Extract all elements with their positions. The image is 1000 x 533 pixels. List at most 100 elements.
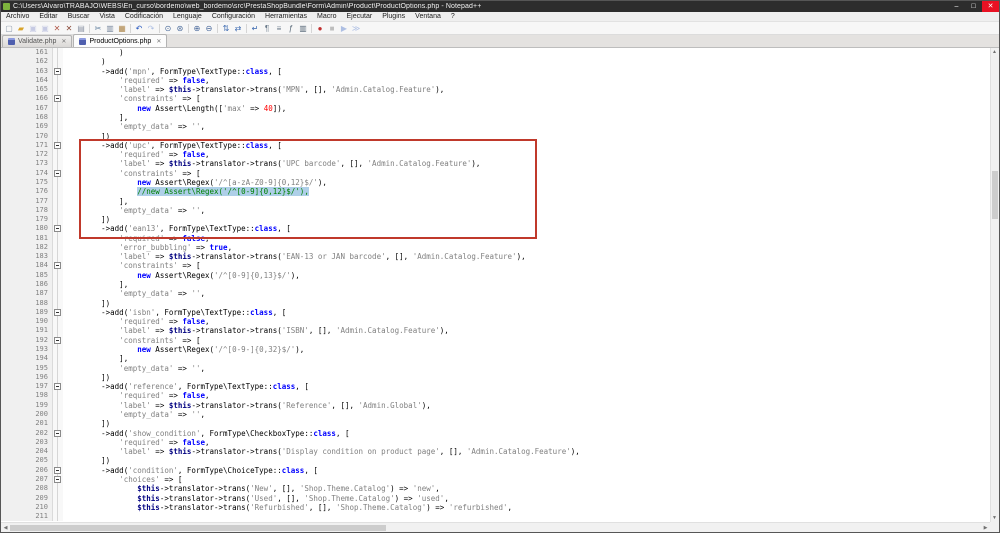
code-line-180[interactable]: 180 ->add('ean13', FormType\TextType::cl… xyxy=(1,224,990,233)
fold-collapse-icon[interactable] xyxy=(54,467,61,474)
code-line-171[interactable]: 171 ->add('upc', FormType\TextType::clas… xyxy=(1,141,990,150)
code-line-199[interactable]: 199 'label' => $this->translator->trans(… xyxy=(1,401,990,410)
code-line-173[interactable]: 173 'label' => $this->translator->trans(… xyxy=(1,159,990,168)
code-line-185[interactable]: 185 new Assert\Regex('/^[0-9]{0,13}$/'), xyxy=(1,271,990,280)
scroll-down-icon[interactable]: ▼ xyxy=(990,514,999,522)
menu-item-archivo[interactable]: Archivo xyxy=(1,12,34,22)
scroll-right-icon[interactable]: ▶ xyxy=(981,524,990,532)
tab-close-icon[interactable]: ✕ xyxy=(156,38,161,45)
code-line-195[interactable]: 195 'empty_data' => '', xyxy=(1,364,990,373)
code-line-206[interactable]: 206 ->add('condition', FormType\ChoiceTy… xyxy=(1,466,990,475)
menu-item-plugins[interactable]: Plugins xyxy=(377,12,410,22)
indent-guide-icon[interactable]: ≡ xyxy=(273,23,285,34)
code-line-166[interactable]: 166 'constraints' => [ xyxy=(1,94,990,103)
tab-validate-php[interactable]: Validate.php✕ xyxy=(2,35,72,47)
fold-margin[interactable] xyxy=(53,475,63,484)
fold-collapse-icon[interactable] xyxy=(54,337,61,344)
code-line-169[interactable]: 169 'empty_data' => '', xyxy=(1,122,990,131)
code-line-184[interactable]: 184 'constraints' => [ xyxy=(1,261,990,270)
function-list-icon[interactable]: ƒ xyxy=(285,23,297,34)
code-area[interactable]: 161 )162 )163 ->add('mpn', FormType\Text… xyxy=(1,48,990,521)
maximize-button[interactable]: □ xyxy=(965,1,982,12)
code-line-189[interactable]: 189 ->add('isbn', FormType\TextType::cla… xyxy=(1,308,990,317)
vertical-scrollbar[interactable]: ▲ ▼ xyxy=(990,48,999,522)
open-file-icon[interactable]: ▰ xyxy=(15,23,27,34)
code-line-194[interactable]: 194 ], xyxy=(1,354,990,363)
fold-collapse-icon[interactable] xyxy=(54,95,61,102)
fold-collapse-icon[interactable] xyxy=(54,142,61,149)
code-line-208[interactable]: 208 $this->translator->trans('New', [], … xyxy=(1,484,990,493)
code-line-174[interactable]: 174 'constraints' => [ xyxy=(1,169,990,178)
fold-margin[interactable] xyxy=(53,308,63,317)
fold-margin[interactable] xyxy=(53,382,63,391)
fold-margin[interactable] xyxy=(53,261,63,270)
fold-collapse-icon[interactable] xyxy=(54,430,61,437)
replace-icon[interactable]: ⊛ xyxy=(174,23,186,34)
fold-collapse-icon[interactable] xyxy=(54,170,61,177)
fold-collapse-icon[interactable] xyxy=(54,383,61,390)
fold-collapse-icon[interactable] xyxy=(54,309,61,316)
fold-collapse-icon[interactable] xyxy=(54,68,61,75)
code-line-179[interactable]: 179 ]) xyxy=(1,215,990,224)
code-line-196[interactable]: 196 ]) xyxy=(1,373,990,382)
scroll-up-icon[interactable]: ▲ xyxy=(990,48,999,56)
code-line-170[interactable]: 170 ]) xyxy=(1,132,990,141)
code-line-175[interactable]: 175 new Assert\Regex('/^[a-zA-Z0-9]{0,12… xyxy=(1,178,990,187)
menu-item-codificaci-n[interactable]: Codificación xyxy=(120,12,168,22)
menu-item-ventana[interactable]: Ventana xyxy=(410,12,446,22)
fold-margin[interactable] xyxy=(53,67,63,76)
scroll-left-icon[interactable]: ◀ xyxy=(1,524,10,532)
code-line-202[interactable]: 202 ->add('show_condition', FormType\Che… xyxy=(1,429,990,438)
fold-collapse-icon[interactable] xyxy=(54,476,61,483)
code-line-197[interactable]: 197 ->add('reference', FormType\TextType… xyxy=(1,382,990,391)
code-line-190[interactable]: 190 'required' => false, xyxy=(1,317,990,326)
code-line-205[interactable]: 205 ]) xyxy=(1,456,990,465)
menu-item-buscar[interactable]: Buscar xyxy=(63,12,95,22)
menu-item-ejecutar[interactable]: Ejecutar xyxy=(342,12,378,22)
code-line-210[interactable]: 210 $this->translator->trans('Refurbishe… xyxy=(1,503,990,512)
code-line-161[interactable]: 161 ) xyxy=(1,48,990,57)
sync-vertical-icon[interactable]: ⇅ xyxy=(220,23,232,34)
code-line-193[interactable]: 193 new Assert\Regex('/^[0-9-]{0,32}$/')… xyxy=(1,345,990,354)
code-line-187[interactable]: 187 'empty_data' => '', xyxy=(1,289,990,298)
code-line-167[interactable]: 167 new Assert\Length(['max' => 40]), xyxy=(1,104,990,113)
code-line-204[interactable]: 204 'label' => $this->translator->trans(… xyxy=(1,447,990,456)
undo-icon[interactable]: ↶ xyxy=(133,23,145,34)
fold-collapse-icon[interactable] xyxy=(54,262,61,269)
fold-margin[interactable] xyxy=(53,141,63,150)
code-line-182[interactable]: 182 'error_bubbling' => true, xyxy=(1,243,990,252)
new-file-icon[interactable]: ▢ xyxy=(3,23,15,34)
code-line-192[interactable]: 192 'constraints' => [ xyxy=(1,336,990,345)
menu-item-configuraci-n[interactable]: Configuración xyxy=(207,12,260,22)
menu-item-help[interactable]: ? xyxy=(446,12,460,22)
tab-close-icon[interactable]: ✕ xyxy=(61,38,66,45)
record-macro-icon[interactable]: ● xyxy=(314,23,326,34)
close-file-icon[interactable]: ✕ xyxy=(51,23,63,34)
code-line-163[interactable]: 163 ->add('mpn', FormType\TextType::clas… xyxy=(1,67,990,76)
code-line-162[interactable]: 162 ) xyxy=(1,57,990,66)
close-button[interactable]: ✕ xyxy=(982,1,999,12)
fold-margin[interactable] xyxy=(53,94,63,103)
zoom-out-icon[interactable]: ⊖ xyxy=(203,23,215,34)
code-line-183[interactable]: 183 'label' => $this->translator->trans(… xyxy=(1,252,990,261)
code-line-168[interactable]: 168 ], xyxy=(1,113,990,122)
cut-icon[interactable]: ✂ xyxy=(92,23,104,34)
code-line-186[interactable]: 186 ], xyxy=(1,280,990,289)
sync-horizontal-icon[interactable]: ⇄ xyxy=(232,23,244,34)
menu-item-macro[interactable]: Macro xyxy=(312,12,341,22)
fold-margin[interactable] xyxy=(53,336,63,345)
code-line-198[interactable]: 198 'required' => false, xyxy=(1,391,990,400)
code-line-177[interactable]: 177 ], xyxy=(1,197,990,206)
code-line-203[interactable]: 203 'required' => false, xyxy=(1,438,990,447)
close-all-icon[interactable]: ✕ xyxy=(63,23,75,34)
menu-item-vista[interactable]: Vista xyxy=(94,12,119,22)
zoom-in-icon[interactable]: ⊕ xyxy=(191,23,203,34)
code-line-178[interactable]: 178 'empty_data' => '', xyxy=(1,206,990,215)
horizontal-scroll-thumb[interactable] xyxy=(10,525,386,531)
code-line-201[interactable]: 201 ]) xyxy=(1,419,990,428)
find-icon[interactable]: ⊙ xyxy=(162,23,174,34)
copy-icon[interactable]: ▥ xyxy=(104,23,116,34)
vertical-scroll-thumb[interactable] xyxy=(992,171,998,218)
code-line-207[interactable]: 207 'choices' => [ xyxy=(1,475,990,484)
editor[interactable]: 161 )162 )163 ->add('mpn', FormType\Text… xyxy=(1,48,990,522)
